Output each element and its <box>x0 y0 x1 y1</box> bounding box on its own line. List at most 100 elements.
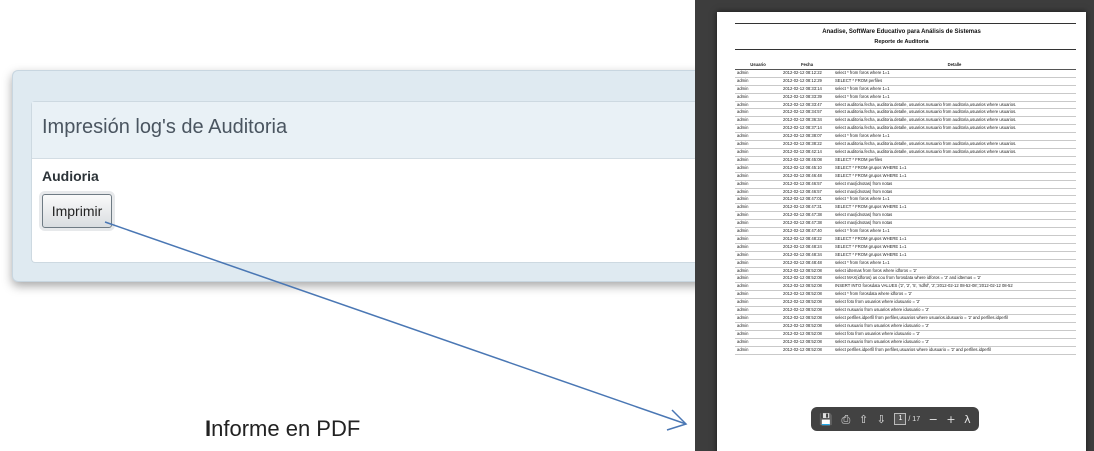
cell-detail: select auditoria.fecha, auditoria.detall… <box>833 148 1076 157</box>
cell-user: admin <box>735 282 781 292</box>
cell-date: 2012-02-12 08:37:14 <box>781 124 833 134</box>
cell-detail: SELECT * FROM perfiles <box>833 156 1076 165</box>
column-header-user: Usuario <box>735 62 781 70</box>
table-row: admin 2012-02-12 08:52:08 select nusuario … <box>735 306 1076 315</box>
table-row: admin 2012-02-12 08:47:38 select max(idnot… <box>735 211 1076 221</box>
section-label: Audioria <box>42 168 99 184</box>
cell-detail: select * from foros where 1=1 <box>833 85 1076 94</box>
save-icon[interactable]: 💾 <box>819 414 833 425</box>
cell-user: admin <box>735 314 781 323</box>
cell-user: admin <box>735 188 781 197</box>
table-row: admin 2012-02-12 08:47:38 select max(idnot… <box>735 219 1076 229</box>
cell-detail: select auditoria.fecha, auditoria.detall… <box>833 101 1076 110</box>
table-row: admin 2012-02-12 08:45:10 SELECT * FROM gr… <box>735 164 1076 173</box>
table-row: admin 2012-02-12 08:52:08 select * from fo… <box>735 290 1076 300</box>
cell-date: 2012-02-12 08:38:07 <box>781 132 833 142</box>
cell-detail: select auditoria.fecha, auditoria.detall… <box>833 108 1076 118</box>
cell-date: 2012-02-12 08:33:39 <box>781 93 833 102</box>
cell-date: 2012-02-12 08:48:22 <box>781 235 833 244</box>
prev-page-icon[interactable]: ⇧ <box>859 414 868 425</box>
table-row: admin 2012-02-12 08:12:22 select * from fo… <box>735 69 1076 78</box>
cell-detail: select * from foros where 1=1 <box>833 93 1076 102</box>
table-row: admin 2012-02-12 08:47:40 select * from fo… <box>735 227 1076 236</box>
table-row: admin 2012-02-12 08:52:08 INSERT INTO foro… <box>735 282 1076 292</box>
cell-user: admin <box>735 346 781 355</box>
cell-user: admin <box>735 124 781 134</box>
cell-date: 2012-02-12 08:42:14 <box>781 148 833 157</box>
cell-detail: select nusuario from usuarios where idus… <box>833 306 1076 315</box>
cell-detail: select nusuario from usuarios where idus… <box>833 322 1076 331</box>
cell-user: admin <box>735 290 781 300</box>
cell-detail: select auditoria.fecha, auditoria.detall… <box>833 116 1076 126</box>
cell-detail: INSERT INTO forosdata VALUES ('2', '2', … <box>833 282 1076 292</box>
table-row: admin 2012-02-12 08:46:57 select max(idnot… <box>735 180 1076 189</box>
table-row: admin 2012-02-12 08:46:57 select max(idnot… <box>735 188 1076 197</box>
cell-date: 2012-02-12 08:52:08 <box>781 298 833 308</box>
cell-date: 2012-02-12 08:52:08 <box>781 338 833 347</box>
table-header-row: Usuario Fecha Detalle <box>735 62 1076 70</box>
cell-detail: select max(idnotas) from notas <box>833 219 1076 229</box>
cell-user: admin <box>735 235 781 244</box>
cell-date: 2012-02-12 08:36:34 <box>781 116 833 126</box>
pdf-rule <box>735 49 1076 50</box>
cell-user: admin <box>735 227 781 236</box>
cell-detail: SELECT * FROM grupos WHERE 1=1 <box>833 235 1076 244</box>
audit-panel-body: Impresión log's de Auditoria Audioria Im… <box>31 101 711 263</box>
table-row: admin 2012-02-12 08:46:48 SELECT * FROM gr… <box>735 172 1076 181</box>
pdf-title: Anadise, SoftWare Educativo para Análisi… <box>822 29 981 35</box>
next-page-icon[interactable]: ⇩ <box>877 414 886 425</box>
zoom-out-icon[interactable]: − <box>929 414 938 425</box>
pdf-subtitle: Reporte de Auditoria <box>874 39 929 45</box>
cell-detail: SELECT * FROM grupos WHERE 1=1 <box>833 164 1076 173</box>
column-header-date: Fecha <box>781 62 833 70</box>
cell-user: admin <box>735 85 781 94</box>
cell-date: 2012-02-12 08:46:57 <box>781 180 833 189</box>
page-indicator: 1 / 17 <box>894 413 920 425</box>
cell-user: admin <box>735 116 781 126</box>
table-row: admin 2012-02-12 08:47:01 select * from fo… <box>735 195 1076 205</box>
cell-date: 2012-02-12 08:48:24 <box>781 243 833 252</box>
cell-date: 2012-02-12 08:45:10 <box>781 164 833 173</box>
zoom-in-icon[interactable]: + <box>946 414 955 425</box>
caption: Informe en PDF <box>205 416 360 442</box>
cell-detail: select max(idnotas) from notas <box>833 180 1076 189</box>
cell-user: admin <box>735 77 781 86</box>
cell-detail: select * from foros where 1=1 <box>833 259 1076 268</box>
cell-detail: select * from foros where 1=1 <box>833 69 1076 78</box>
cell-user: admin <box>735 140 781 149</box>
cell-user: admin <box>735 243 781 252</box>
cell-detail: SELECT * FROM perfiles <box>833 77 1076 86</box>
cell-user: admin <box>735 330 781 339</box>
cell-date: 2012-02-12 08:52:08 <box>781 346 833 355</box>
cell-user: admin <box>735 93 781 102</box>
table-row: admin 2012-02-12 08:37:14 select auditoria… <box>735 124 1076 134</box>
adobe-icon[interactable]: λ <box>964 414 971 425</box>
cell-user: admin <box>735 211 781 221</box>
cell-user: admin <box>735 274 781 284</box>
cell-detail: SELECT * FROM grupos WHERE 1=1 <box>833 172 1076 181</box>
cell-date: 2012-02-12 08:45:08 <box>781 156 833 165</box>
audit-panel: Impresión log's de Auditoria Audioria Im… <box>12 70 711 282</box>
cell-date: 2012-02-12 08:47:40 <box>781 227 833 236</box>
page-total: / 17 <box>908 415 921 423</box>
cell-user: admin <box>735 219 781 229</box>
print-icon[interactable]: ⎙ <box>842 414 851 425</box>
cell-detail: select perfiles.idperfil from perfiles,u… <box>833 346 1076 355</box>
page-title: Impresión log's de Auditoria <box>42 116 288 138</box>
cell-date: 2012-02-12 08:48:34 <box>781 251 833 260</box>
cell-user: admin <box>735 108 781 118</box>
cell-user: admin <box>735 298 781 308</box>
print-button[interactable]: Imprimir <box>42 194 112 228</box>
cell-detail: select perfiles.idperfil from perfiles,u… <box>833 314 1076 323</box>
cell-date: 2012-02-12 08:38:22 <box>781 140 833 149</box>
table-row: admin 2012-02-12 08:52:08 select perfiles.… <box>735 314 1076 323</box>
table-row: admin 2012-02-12 08:52:08 select MAX(idfor… <box>735 274 1076 284</box>
table-row: admin 2012-02-12 08:52:08 select foto from… <box>735 298 1076 308</box>
cell-user: admin <box>735 156 781 165</box>
table-row: admin 2012-02-12 08:52:08 select idtemas f… <box>735 267 1076 276</box>
cell-detail: select foto from usuarios where idusuari… <box>833 330 1076 339</box>
cell-date: 2012-02-12 08:46:48 <box>781 172 833 181</box>
page-number-input[interactable]: 1 <box>894 413 907 425</box>
cell-user: admin <box>735 132 781 142</box>
cell-detail: select * from foros where 1=1 <box>833 227 1076 236</box>
